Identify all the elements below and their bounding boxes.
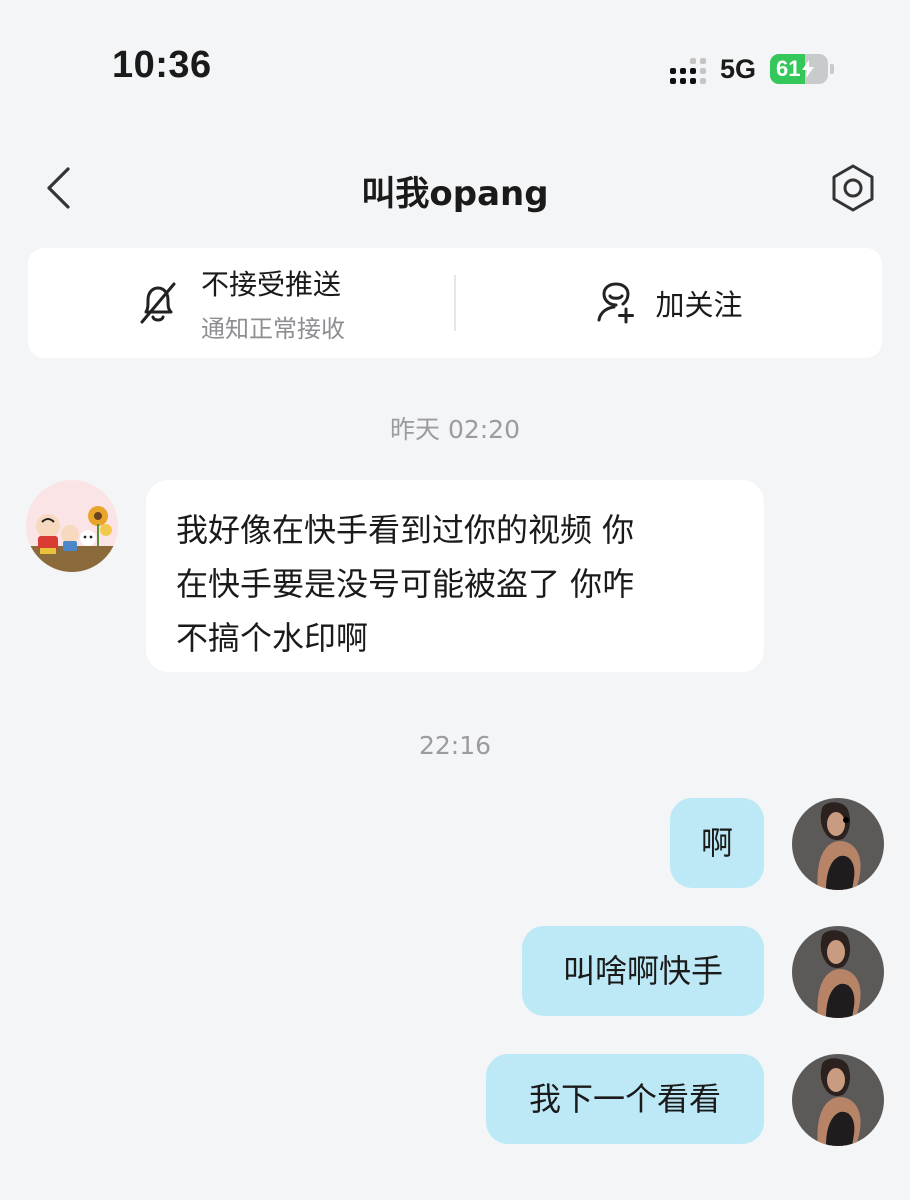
charging-bolt-icon (802, 60, 815, 78)
my-avatar[interactable] (792, 1054, 884, 1146)
message-line: 在快手要是没号可能被盗了 你咋 (176, 565, 635, 603)
battery-tip (830, 64, 834, 74)
action-card: 不接受推送 通知正常接收 加关注 (28, 248, 882, 358)
status-time: 10:36 (112, 44, 212, 86)
chat-screen: 10:36 5G 61 叫我opang 不接受推送 通知正常接收 加关注 昨天 … (0, 0, 910, 1200)
user-photo-avatar-image (792, 1054, 884, 1146)
message-line: 不搞个水印啊 (176, 619, 369, 657)
user-photo-avatar-image (792, 926, 884, 1018)
timestamp: 22:16 (418, 731, 492, 760)
page-title: 叫我opang (361, 174, 549, 214)
user-photo-avatar-image (792, 798, 884, 890)
status-indicators: 5G 61 (669, 52, 834, 86)
my-avatar[interactable] (792, 926, 884, 1018)
notify-title: 不接受推送 (201, 267, 342, 301)
battery-level: 61 (776, 56, 801, 81)
follow-label: 加关注 (655, 288, 743, 322)
battery-icon: 61 (770, 54, 828, 84)
outgoing-message-bubble[interactable]: 叫啥啊快手 (522, 926, 764, 1016)
cartoon-avatar-image (26, 480, 118, 572)
network-type: 5G (719, 53, 756, 84)
follow-button[interactable]: 加关注 (456, 248, 882, 358)
hexagon-gear-icon (832, 164, 874, 212)
notify-subtitle: 通知正常接收 (201, 314, 345, 343)
incoming-message-bubble[interactable]: 我好像在快手看到过你的视频 你 在快手要是没号可能被盗了 你咋 不搞个水印啊 (146, 480, 764, 672)
outgoing-message-bubble[interactable]: 我下一个看看 (486, 1054, 764, 1144)
message-line: 我好像在快手看到过你的视频 你 (176, 511, 635, 549)
settings-button[interactable] (826, 160, 880, 216)
bell-slash-icon (140, 282, 176, 324)
signal-icon (669, 54, 706, 84)
timestamp: 昨天 02:20 (390, 415, 520, 444)
notification-toggle[interactable]: 不接受推送 通知正常接收 (28, 248, 454, 358)
outgoing-message-bubble[interactable]: 啊 (670, 798, 764, 888)
add-user-icon (597, 282, 635, 324)
my-avatar[interactable] (792, 798, 884, 890)
contact-avatar[interactable] (26, 480, 118, 572)
